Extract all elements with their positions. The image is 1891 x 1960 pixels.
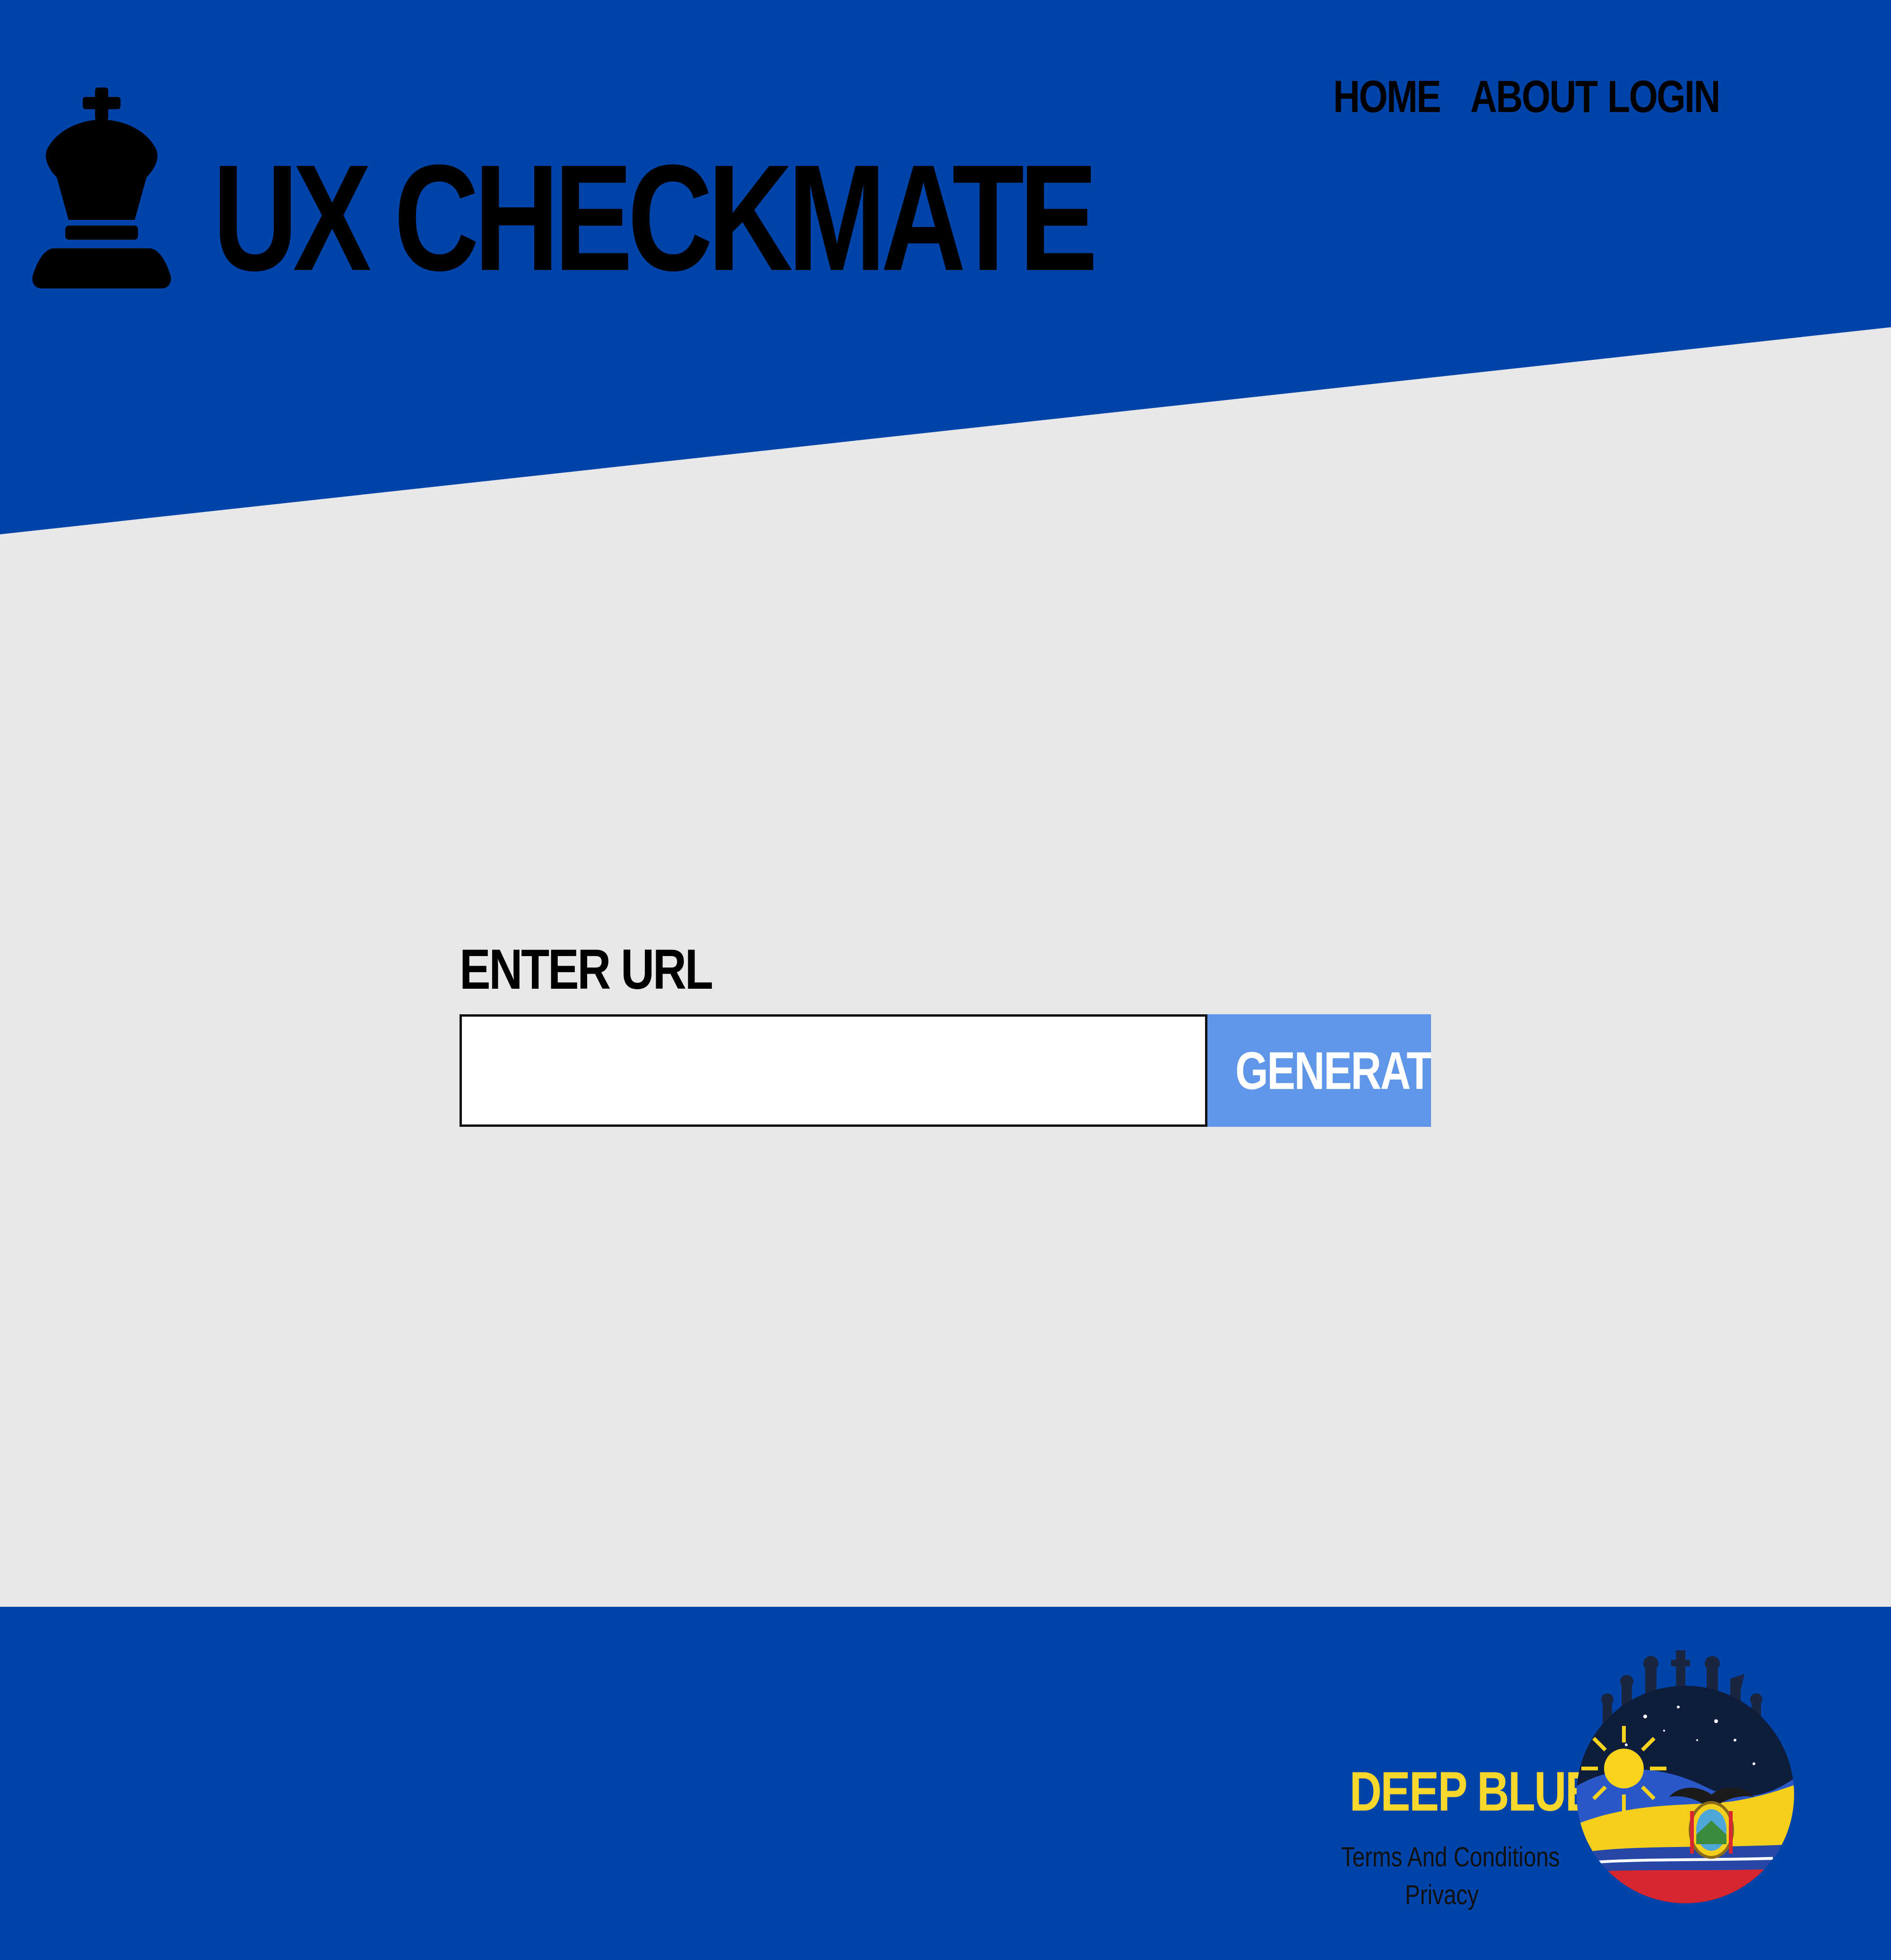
nav-about-link[interactable]: ABOUT: [1470, 71, 1598, 123]
generate-button[interactable]: GENERATE: [1207, 1014, 1431, 1127]
privacy-link[interactable]: Privacy: [1341, 1876, 1543, 1914]
generate-button-label: GENERATE: [1235, 1041, 1431, 1100]
footer-info: DEEP BLUE Terms And Conditions Privacy: [1319, 1764, 1595, 1914]
team-emblem-icon: [1574, 1646, 1811, 1910]
nav-login-link[interactable]: LOGIN: [1607, 71, 1720, 123]
top-nav: HOME ABOUT LOGIN: [1333, 71, 1720, 123]
brand-title: UX CHECKMATE: [213, 133, 1098, 302]
url-label: ENTER URL: [460, 938, 713, 1001]
chess-king-icon: [28, 87, 175, 288]
url-input[interactable]: [460, 1014, 1207, 1127]
terms-link[interactable]: Terms And Conditions: [1341, 1838, 1560, 1876]
footer-brand: DEEP BLUE: [1349, 1760, 1595, 1823]
nav-home-link[interactable]: HOME: [1333, 71, 1441, 123]
